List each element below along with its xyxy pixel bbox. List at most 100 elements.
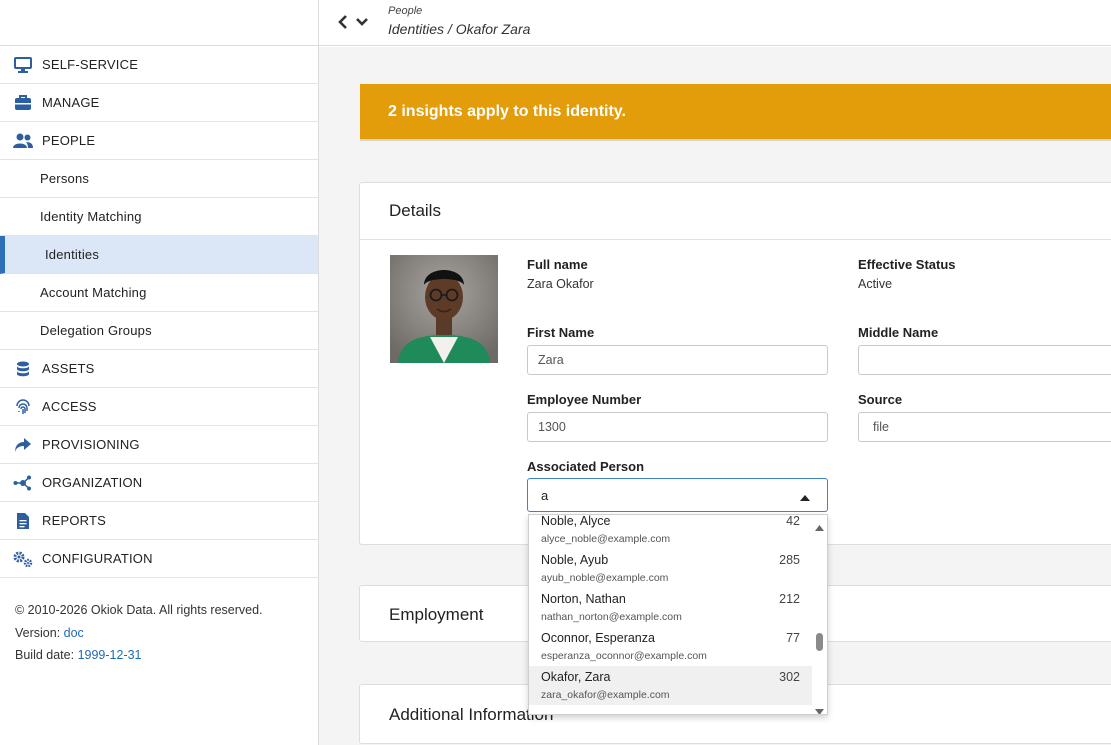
- details-header: Details: [360, 183, 1111, 240]
- employee-number-field[interactable]: 1300: [527, 412, 828, 442]
- source-label: Source: [858, 392, 903, 407]
- sidebar-item-label: Identity Matching: [40, 209, 142, 224]
- employee-number-label: Employee Number: [527, 392, 642, 407]
- sidebar-item-label: MANAGE: [42, 95, 100, 110]
- network-icon: [13, 474, 33, 492]
- option-email: esperanza_oconnor@example.com: [541, 650, 707, 662]
- details-card: Details Full name Zara Okafor Effective …: [359, 182, 1111, 545]
- option-name: Noble, Ayub: [541, 553, 609, 567]
- option-email: ayub_noble@example.com: [541, 572, 669, 584]
- monitor-icon: [13, 56, 33, 74]
- sidebar-item-reports[interactable]: REPORTS: [0, 502, 318, 540]
- associated-person-dropdown[interactable]: Noble, Alyce 42 alyce_noble@example.com …: [528, 514, 828, 715]
- list-item-selected[interactable]: Okafor, Zara 302 zara_okafor@example.com: [529, 666, 813, 705]
- source-field[interactable]: file: [858, 412, 1111, 442]
- nav-arrows: [337, 14, 369, 33]
- sidebar-item-label: Identities: [45, 247, 100, 262]
- chevron-down-icon[interactable]: [355, 14, 369, 33]
- first-name-label: First Name: [527, 325, 595, 340]
- header: People Identities / Okafor Zara: [319, 0, 1111, 46]
- sidebar-item-label: ORGANIZATION: [42, 475, 143, 490]
- sidebar-item-label: SELF-SERVICE: [42, 57, 139, 72]
- file-icon: [13, 512, 33, 530]
- database-icon: [13, 360, 33, 378]
- sidebar-item-label: PROVISIONING: [42, 437, 140, 452]
- list-item[interactable]: Noble, Alyce 42 alyce_noble@example.com: [529, 514, 813, 549]
- sidebar-item-provisioning[interactable]: PROVISIONING: [0, 426, 318, 464]
- middle-name-label: Middle Name: [858, 325, 939, 340]
- associated-person-query: a: [541, 487, 549, 503]
- full-name-value: Zara Okafor: [527, 277, 594, 291]
- employment-title: Employment: [389, 604, 484, 624]
- list-item-partial[interactable]: [529, 707, 813, 714]
- option-name: Norton, Nathan: [541, 592, 626, 606]
- caret-up-icon[interactable]: [800, 490, 810, 505]
- effective-status-value: Active: [858, 277, 893, 291]
- sidebar-item-people[interactable]: PEOPLE: [0, 122, 318, 160]
- scroll-down-icon[interactable]: [815, 703, 824, 714]
- details-title: Details: [389, 201, 441, 220]
- scroll-up-icon[interactable]: [815, 519, 824, 534]
- avatar: [390, 255, 498, 363]
- sidebar-item-self-service[interactable]: SELF-SERVICE: [0, 46, 318, 84]
- list-item[interactable]: Norton, Nathan 212 nathan_norton@example…: [529, 588, 813, 627]
- insights-banner-text: 2 insights apply to this identity.: [388, 102, 626, 120]
- sidebar-item-label: Persons: [40, 171, 90, 186]
- version-line: Version: doc: [15, 622, 303, 645]
- option-number: 77: [786, 631, 800, 645]
- fingerprint-icon: [13, 398, 33, 416]
- build-date-line: Build date: 1999-12-31: [15, 644, 303, 667]
- toolbox-icon: [13, 94, 33, 112]
- sidebar-item-access[interactable]: ACCESS: [0, 388, 318, 426]
- sidebar-item-label: ASSETS: [42, 361, 95, 376]
- sidebar-item-label: REPORTS: [42, 513, 107, 528]
- version-label: Version:: [15, 625, 61, 640]
- option-email: alyce_noble@example.com: [541, 533, 671, 545]
- option-name: Oconnor, Esperanza: [541, 631, 655, 645]
- breadcrumb-parent[interactable]: People: [388, 5, 422, 17]
- dropdown-scrollbar[interactable]: [812, 515, 827, 714]
- sidebar-item-account-matching[interactable]: Account Matching: [0, 274, 318, 312]
- effective-status-label: Effective Status: [858, 257, 956, 272]
- associated-person-input[interactable]: a: [527, 478, 828, 512]
- option-number: 285: [779, 553, 800, 567]
- option-number: 212: [779, 592, 800, 606]
- option-email: nathan_norton@example.com: [541, 611, 682, 623]
- users-icon: [13, 132, 33, 150]
- associated-person-label: Associated Person: [527, 459, 645, 474]
- middle-name-field[interactable]: [858, 345, 1111, 375]
- scrollbar-thumb[interactable]: [816, 633, 823, 651]
- option-name: Okafor, Zara: [541, 670, 611, 684]
- sidebar-footer: © 2010-2026 Okiok Data. All rights reser…: [0, 578, 318, 667]
- sidebar-top: [0, 0, 318, 46]
- sidebar-item-manage[interactable]: MANAGE: [0, 84, 318, 122]
- sidebar-item-label: CONFIGURATION: [42, 551, 153, 566]
- sidebar-item-identity-matching[interactable]: Identity Matching: [0, 198, 318, 236]
- sidebar-item-assets[interactable]: ASSETS: [0, 350, 318, 388]
- first-name-field[interactable]: Zara: [527, 345, 828, 375]
- sidebar-item-label: Account Matching: [40, 285, 147, 300]
- sidebar: SELF-SERVICE MANAGE PEOPLE Persons Ident…: [0, 0, 319, 745]
- sidebar-item-configuration[interactable]: CONFIGURATION: [0, 540, 318, 578]
- sidebar-item-persons[interactable]: Persons: [0, 160, 318, 198]
- option-number: 302: [779, 670, 800, 684]
- build-date-link[interactable]: 1999-12-31: [78, 648, 142, 662]
- share-icon: [13, 436, 33, 454]
- insights-banner[interactable]: 2 insights apply to this identity.: [360, 84, 1111, 141]
- full-name-label: Full name: [527, 257, 588, 272]
- sidebar-item-identities[interactable]: Identities: [0, 236, 318, 274]
- version-link[interactable]: doc: [64, 626, 84, 640]
- breadcrumb: Identities / Okafor Zara: [388, 21, 531, 37]
- list-item[interactable]: Oconnor, Esperanza 77 esperanza_oconnor@…: [529, 627, 813, 666]
- option-email: zara_okafor@example.com: [541, 689, 670, 701]
- build-date-label: Build date:: [15, 648, 75, 662]
- sidebar-item-delegation-groups[interactable]: Delegation Groups: [0, 312, 318, 350]
- list-item[interactable]: Noble, Ayub 285 ayub_noble@example.com: [529, 549, 813, 588]
- option-name: Noble, Alyce: [541, 514, 611, 528]
- sidebar-item-label: Delegation Groups: [40, 323, 152, 338]
- option-number: 42: [786, 514, 800, 528]
- sidebar-item-organization[interactable]: ORGANIZATION: [0, 464, 318, 502]
- back-arrow-icon[interactable]: [337, 14, 349, 33]
- sidebar-item-label: PEOPLE: [42, 133, 96, 148]
- copyright-text: © 2010-2026 Okiok Data. All rights reser…: [15, 603, 263, 617]
